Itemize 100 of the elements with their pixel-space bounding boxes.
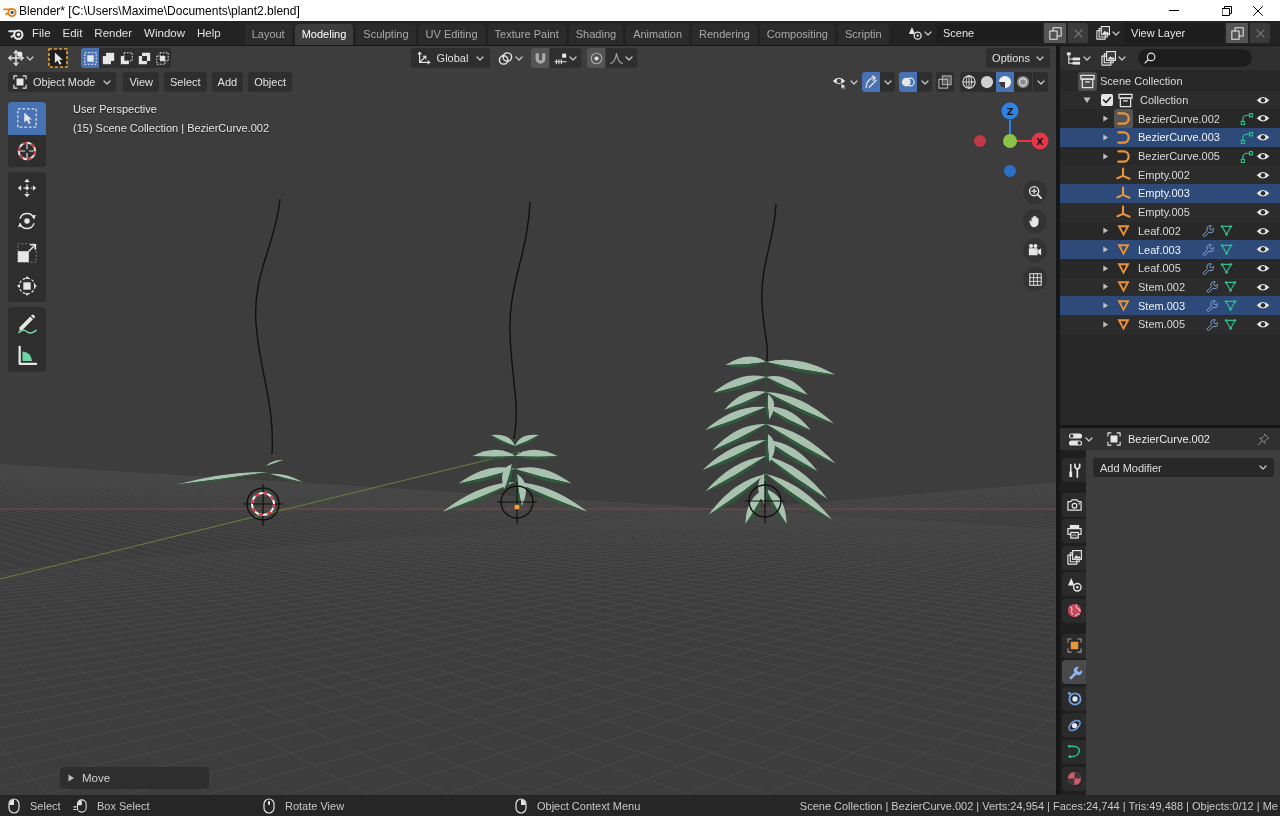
xray-toggle[interactable] bbox=[936, 72, 954, 92]
mesh-data-icon[interactable] bbox=[1224, 317, 1238, 331]
select-tool-icon[interactable] bbox=[48, 48, 68, 68]
expand-arrow-icon[interactable] bbox=[1102, 264, 1109, 272]
shading-button[interactable] bbox=[960, 72, 978, 92]
shading-button[interactable] bbox=[1014, 72, 1032, 92]
workspace-tab[interactable]: Texture Paint bbox=[487, 24, 566, 45]
caret-icon[interactable] bbox=[1085, 436, 1093, 442]
caret-icon[interactable] bbox=[515, 55, 524, 61]
axis-handle[interactable] bbox=[974, 135, 986, 147]
properties-tab[interactable] bbox=[1062, 572, 1086, 597]
caret-icon[interactable] bbox=[1118, 55, 1126, 61]
view-layer-field[interactable]: View Layer bbox=[1124, 23, 1224, 43]
expand-arrow-icon[interactable] bbox=[1083, 96, 1091, 105]
shading-button[interactable] bbox=[978, 72, 996, 92]
mesh-data-icon[interactable] bbox=[1219, 261, 1233, 275]
select-mode-button[interactable] bbox=[117, 48, 135, 68]
expand-arrow-icon[interactable] bbox=[1102, 133, 1109, 141]
properties-tab[interactable] bbox=[1062, 660, 1086, 685]
expand-arrow-icon[interactable] bbox=[1102, 283, 1109, 291]
wrench-icon[interactable] bbox=[1205, 299, 1219, 313]
eye-icon[interactable] bbox=[1256, 132, 1270, 143]
minimize-icon[interactable] bbox=[1168, 10, 1179, 11]
restore-icon[interactable] bbox=[1221, 5, 1232, 16]
mesh-data-icon[interactable] bbox=[1224, 280, 1238, 294]
workspace-tab[interactable]: Rendering bbox=[692, 24, 757, 45]
expand-arrow-icon[interactable] bbox=[1102, 227, 1109, 235]
properties-tab[interactable] bbox=[1062, 598, 1086, 623]
mesh-data-icon[interactable] bbox=[1224, 299, 1238, 313]
wrench-icon[interactable] bbox=[1200, 243, 1214, 257]
transform-gizmo-icon[interactable] bbox=[8, 50, 24, 66]
select-mode-button[interactable] bbox=[99, 48, 117, 68]
wrench-icon[interactable] bbox=[1205, 317, 1219, 331]
properties-tab[interactable] bbox=[1062, 458, 1086, 482]
close-icon[interactable] bbox=[1253, 5, 1263, 16]
axis-handle[interactable] bbox=[1001, 102, 1019, 120]
workspace-tab[interactable]: Sculpting bbox=[356, 24, 416, 45]
linked-circles-icon[interactable] bbox=[498, 50, 514, 66]
pin-icon[interactable] bbox=[1257, 432, 1270, 446]
header-menu[interactable]: Add bbox=[211, 72, 244, 92]
expand-arrow-icon[interactable] bbox=[1102, 320, 1109, 328]
outliner-item[interactable]: Stem.003 bbox=[1060, 296, 1280, 315]
tool-button[interactable] bbox=[8, 269, 46, 302]
tool-button[interactable] bbox=[8, 307, 46, 340]
zoom-button[interactable] bbox=[1023, 180, 1047, 204]
outliner-item[interactable]: Leaf.003 bbox=[1060, 240, 1280, 259]
falloff-dropdown[interactable] bbox=[606, 48, 638, 68]
eye-icon[interactable] bbox=[1256, 319, 1270, 330]
eye-icon[interactable] bbox=[1256, 150, 1270, 162]
properties-tab[interactable] bbox=[1062, 519, 1086, 544]
gizmo-menu-button[interactable] bbox=[880, 72, 895, 92]
properties-tab[interactable] bbox=[1062, 739, 1086, 764]
workspace-tab[interactable]: Animation bbox=[626, 24, 690, 45]
mesh-data-icon[interactable] bbox=[1219, 224, 1233, 238]
overlay-menu-button[interactable] bbox=[917, 72, 932, 92]
workspace-tab[interactable]: UV Editing bbox=[418, 24, 485, 45]
wrench-icon[interactable] bbox=[1205, 280, 1219, 294]
unlink-button[interactable] bbox=[1250, 23, 1270, 43]
eye-icon[interactable] bbox=[1256, 262, 1270, 274]
outliner-item[interactable]: BezierCurve.002 bbox=[1060, 109, 1280, 129]
duplicate-button[interactable] bbox=[1044, 23, 1066, 43]
outliner-item[interactable]: Empty.002 bbox=[1060, 165, 1280, 185]
expand-arrow-icon[interactable] bbox=[1102, 246, 1109, 254]
ortho-view-button[interactable] bbox=[1023, 267, 1047, 291]
duplicate-button[interactable] bbox=[1226, 23, 1248, 43]
camera-view-button[interactable] bbox=[1023, 238, 1047, 262]
header-menu[interactable]: Object bbox=[248, 72, 292, 92]
workspace-tab[interactable]: Layout bbox=[244, 24, 292, 45]
tool-button[interactable] bbox=[8, 339, 46, 372]
pan-button[interactable] bbox=[1023, 209, 1047, 233]
outliner-item[interactable]: BezierCurve.005 bbox=[1060, 146, 1280, 166]
outliner-item[interactable]: Empty.003 bbox=[1060, 184, 1280, 203]
caret-icon[interactable] bbox=[1083, 55, 1091, 61]
workspace-tab[interactable]: Compositing bbox=[759, 24, 835, 45]
outliner-item[interactable]: BezierCurve.003 bbox=[1060, 128, 1280, 147]
cursor-3d-icon[interactable] bbox=[251, 492, 275, 516]
caret-icon[interactable] bbox=[26, 55, 34, 61]
caret-icon[interactable] bbox=[1112, 30, 1120, 36]
properties-tab[interactable] bbox=[1062, 492, 1086, 517]
menu-item[interactable]: Render bbox=[88, 27, 139, 39]
curve-data-icon[interactable] bbox=[1239, 149, 1253, 163]
expand-arrow-icon[interactable] bbox=[1102, 152, 1109, 160]
curve-data-icon[interactable] bbox=[1239, 112, 1253, 126]
eye-icon[interactable] bbox=[1256, 94, 1270, 106]
outliner-item[interactable]: Leaf.002 bbox=[1060, 221, 1280, 241]
proportional-toggle[interactable] bbox=[587, 48, 606, 68]
mesh-data-icon[interactable] bbox=[1219, 243, 1233, 257]
toggle-switches-icon[interactable] bbox=[1068, 431, 1083, 447]
properties-tab[interactable] bbox=[1062, 545, 1086, 570]
select-mode-button[interactable] bbox=[135, 48, 153, 68]
caret-icon[interactable] bbox=[924, 30, 932, 36]
search-field[interactable] bbox=[1138, 49, 1252, 67]
axis-handle[interactable] bbox=[1004, 165, 1016, 177]
eye-icon[interactable] bbox=[1256, 113, 1270, 124]
select-mode-button[interactable] bbox=[153, 48, 171, 68]
eye-icon[interactable] bbox=[1256, 281, 1270, 293]
expand-arrow-icon[interactable] bbox=[1102, 302, 1109, 310]
header-menu[interactable]: View bbox=[123, 72, 160, 92]
tool-button[interactable] bbox=[8, 172, 46, 205]
last-operator-panel[interactable]: Move bbox=[60, 767, 209, 789]
